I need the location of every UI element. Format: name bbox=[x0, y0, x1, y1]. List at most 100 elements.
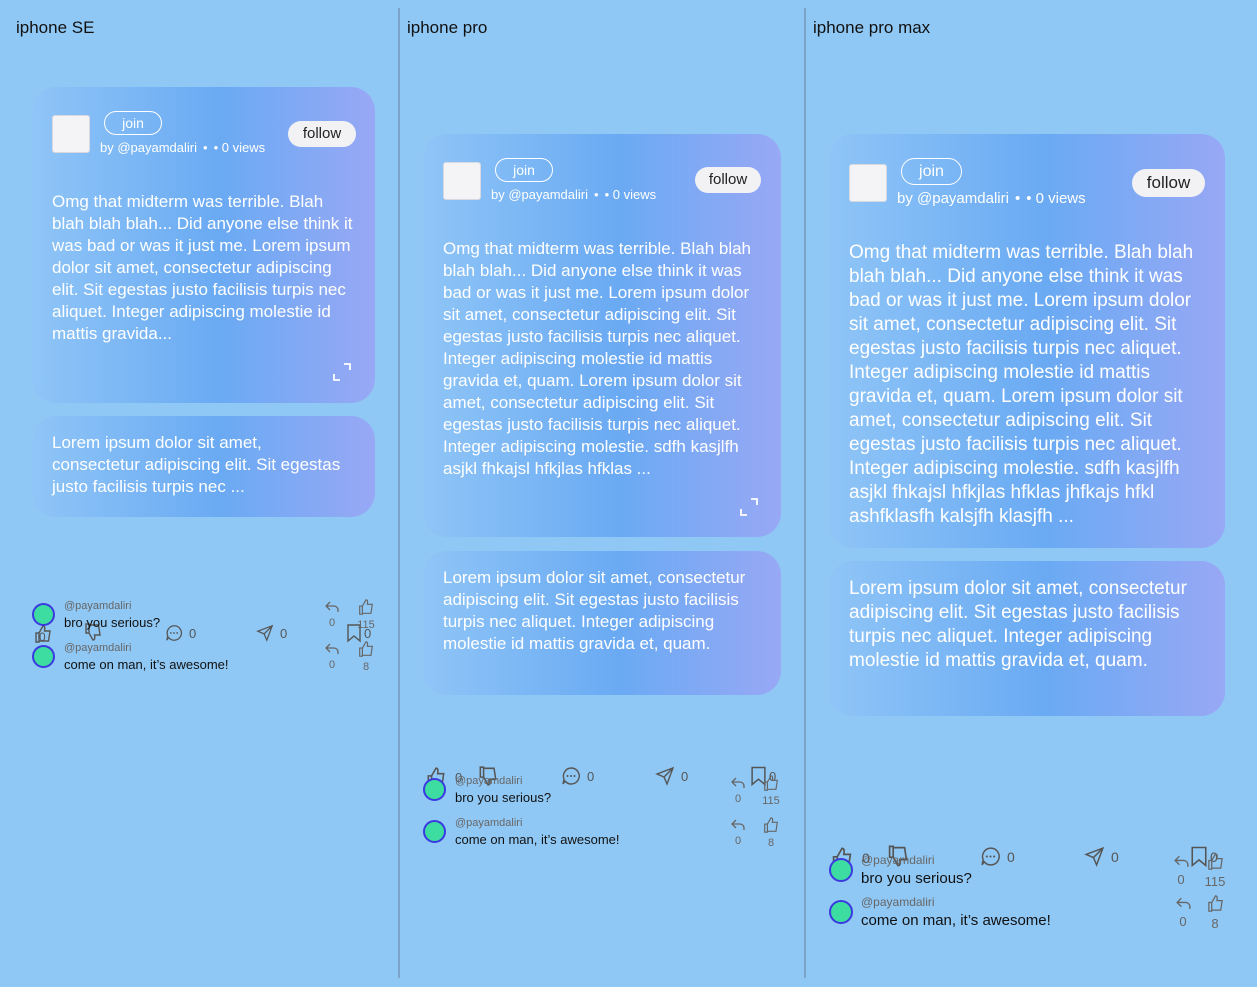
comment-icon bbox=[166, 625, 182, 641]
comment-like-count: 115 bbox=[1204, 874, 1226, 889]
thumbs-up-icon bbox=[359, 599, 373, 615]
join-button[interactable]: join bbox=[901, 158, 962, 185]
avatar[interactable] bbox=[849, 164, 887, 202]
comment-like-count: 115 bbox=[357, 619, 375, 631]
comment-reply-stat[interactable]: 0 bbox=[322, 600, 342, 629]
frame-divider bbox=[804, 8, 806, 978]
comment-like-count: 8 bbox=[362, 661, 370, 673]
comment-avatar[interactable] bbox=[423, 820, 446, 843]
reply-count: 0 bbox=[734, 793, 742, 805]
reply-card[interactable]: Lorem ipsum dolor sit amet, consectetur … bbox=[32, 416, 375, 517]
comment-like-stat[interactable]: 115 bbox=[1201, 852, 1229, 889]
comment-text: come on man, it’s awesome! bbox=[64, 657, 229, 672]
send-icon bbox=[655, 766, 675, 786]
reply-count: 0 bbox=[1179, 914, 1187, 929]
author-name[interactable]: by @payamdaliri bbox=[491, 187, 588, 202]
post-card[interactable]: join by @payamdaliri • • 0 views follow Om… bbox=[829, 134, 1225, 548]
comment-avatar[interactable] bbox=[32, 603, 55, 626]
comment-username[interactable]: @payamdaliri bbox=[861, 853, 935, 867]
share-button[interactable]: 0 bbox=[1084, 846, 1119, 867]
comment-text: come on man, it’s awesome! bbox=[861, 912, 1051, 929]
reply-icon bbox=[731, 819, 745, 830]
comment-button[interactable]: 0 bbox=[561, 766, 594, 786]
comment-like-stat[interactable]: 115 bbox=[759, 774, 783, 807]
comment-reply-stat[interactable]: 0 bbox=[322, 642, 342, 671]
share-button[interactable]: 0 bbox=[256, 624, 287, 642]
comment-username[interactable]: @payamdaliri bbox=[455, 775, 522, 787]
share-count: 0 bbox=[280, 625, 288, 641]
follow-button[interactable]: follow bbox=[288, 121, 356, 147]
expand-icon[interactable] bbox=[332, 362, 352, 382]
separator: • bbox=[594, 187, 599, 202]
expand-icon[interactable] bbox=[739, 497, 759, 517]
thumbs-up-icon bbox=[1207, 895, 1223, 912]
author-name[interactable]: by @payamdaliri bbox=[897, 190, 1009, 207]
follow-button[interactable]: follow bbox=[695, 167, 761, 193]
comment-reply-stat[interactable]: 0 bbox=[1172, 896, 1194, 929]
comment-button[interactable]: 0 bbox=[165, 624, 196, 642]
join-button[interactable]: join bbox=[495, 158, 553, 182]
reply-icon bbox=[1173, 855, 1189, 867]
share-count: 0 bbox=[681, 768, 689, 784]
post-body: Omg that midterm was terrible. Blah blah… bbox=[52, 192, 353, 343]
reply-icon bbox=[325, 643, 339, 654]
reply-count: 0 bbox=[734, 835, 742, 847]
comment-avatar[interactable] bbox=[32, 645, 55, 668]
comment-like-stat[interactable]: 115 bbox=[354, 598, 378, 631]
comment-reply-stat[interactable]: 0 bbox=[728, 776, 748, 805]
comment-avatar[interactable] bbox=[829, 858, 853, 882]
comment-like-count: 115 bbox=[762, 795, 780, 807]
separator: • bbox=[1014, 190, 1021, 207]
post-meta: by @payamdaliri • • 0 views bbox=[491, 187, 656, 202]
comment-like-count: 8 bbox=[767, 837, 775, 849]
join-button[interactable]: join bbox=[104, 111, 162, 135]
author-name[interactable]: by @payamdaliri bbox=[100, 140, 197, 155]
comment-username[interactable]: @payamdaliri bbox=[861, 895, 935, 909]
avatar[interactable] bbox=[443, 162, 481, 200]
post-meta: by @payamdaliri • • 0 views bbox=[100, 140, 265, 155]
frame-title: iphone pro bbox=[407, 18, 488, 37]
comment-avatar[interactable] bbox=[829, 900, 853, 924]
reply-body: Lorem ipsum dolor sit amet, consectetur … bbox=[52, 433, 341, 496]
avatar[interactable] bbox=[52, 115, 90, 153]
reply-count: 0 bbox=[328, 659, 336, 671]
reply-count: 0 bbox=[1177, 872, 1185, 887]
like-count: 0 bbox=[39, 630, 46, 644]
send-icon bbox=[1084, 846, 1105, 867]
follow-button[interactable]: follow bbox=[1132, 169, 1205, 197]
comment-count: 0 bbox=[1007, 848, 1015, 865]
comment-avatar[interactable] bbox=[423, 778, 446, 801]
post-card[interactable]: join by @payamdaliri • • 0 views follow Om… bbox=[32, 87, 375, 403]
reply-card[interactable]: Lorem ipsum dolor sit amet, consectetur … bbox=[423, 551, 781, 695]
reply-body: Lorem ipsum dolor sit amet, consectetur … bbox=[849, 578, 1187, 671]
view-count: • 0 views bbox=[1026, 190, 1086, 207]
comment-like-stat[interactable]: 8 bbox=[354, 640, 378, 673]
comment-text: come on man, it’s awesome! bbox=[455, 832, 620, 847]
comment-text: bro you serious? bbox=[861, 870, 972, 887]
send-icon bbox=[256, 624, 274, 642]
reply-icon bbox=[731, 777, 745, 788]
share-button[interactable]: 0 bbox=[655, 766, 688, 786]
comment-username[interactable]: @payamdaliri bbox=[64, 642, 131, 654]
share-count: 0 bbox=[1111, 848, 1119, 865]
reply-body: Lorem ipsum dolor sit amet, consectetur … bbox=[443, 568, 746, 653]
view-count: • 0 views bbox=[213, 140, 266, 155]
comment-like-count: 8 bbox=[1211, 916, 1219, 931]
reply-count: 0 bbox=[328, 617, 336, 629]
thumbs-up-icon bbox=[1207, 853, 1223, 870]
comment-reply-stat[interactable]: 0 bbox=[728, 818, 748, 847]
post-meta: by @payamdaliri • • 0 views bbox=[897, 190, 1086, 207]
view-count: • 0 views bbox=[604, 187, 657, 202]
post-card[interactable]: join by @payamdaliri • • 0 views follow Om… bbox=[423, 134, 781, 537]
comment-reply-stat[interactable]: 0 bbox=[1170, 854, 1192, 887]
comment-username[interactable]: @payamdaliri bbox=[64, 600, 131, 612]
comment-icon bbox=[981, 847, 1000, 866]
thumbs-up-icon bbox=[359, 641, 373, 657]
comment-count: 0 bbox=[587, 768, 595, 784]
like-button[interactable]: 0 bbox=[33, 624, 51, 644]
comment-like-stat[interactable]: 8 bbox=[1203, 894, 1227, 931]
comment-button[interactable]: 0 bbox=[980, 846, 1015, 867]
comment-username[interactable]: @payamdaliri bbox=[455, 817, 522, 829]
comment-like-stat[interactable]: 8 bbox=[759, 816, 783, 849]
reply-card[interactable]: Lorem ipsum dolor sit amet, consectetur … bbox=[829, 561, 1225, 716]
